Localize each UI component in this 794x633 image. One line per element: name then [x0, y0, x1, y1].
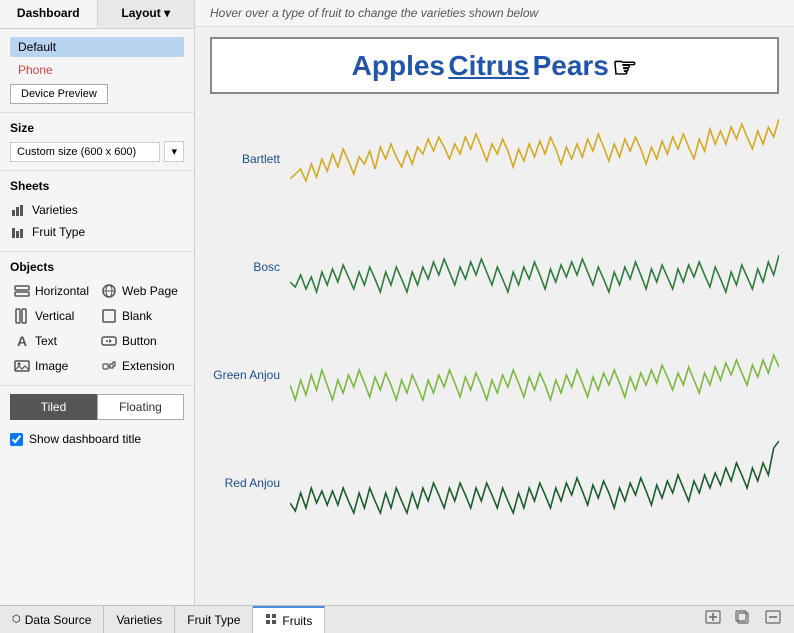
tab-dashboard[interactable]: Dashboard [0, 0, 98, 28]
data-source-label: Data Source [25, 613, 92, 627]
floating-button[interactable]: Floating [97, 394, 184, 420]
object-horizontal[interactable]: Horizontal [10, 280, 97, 302]
vertical-icon [14, 308, 30, 324]
object-vertical[interactable]: Vertical [10, 305, 97, 327]
tab-data-source[interactable]: ⬡ Data Source [0, 606, 104, 633]
data-source-icon: ⬡ [12, 614, 21, 625]
bosc-label: Bosc [210, 260, 290, 274]
title-apples: Apples [352, 50, 445, 81]
bar-chart-icon [10, 202, 26, 218]
tiled-button[interactable]: Tiled [10, 394, 97, 420]
blank-label: Blank [122, 309, 152, 323]
size-row: Custom size (600 x 600) ▾ [10, 141, 184, 162]
sheet-varieties-label: Varieties [32, 203, 78, 217]
chart-container: Apples Citrus Pears ☞ Bartlett Bosc [195, 27, 794, 605]
object-extension[interactable]: Extension [97, 355, 184, 377]
extension-label: Extension [122, 359, 175, 373]
sheet-item-varieties[interactable]: Varieties [10, 199, 184, 221]
object-image[interactable]: Image [10, 355, 97, 377]
tiled-floating-row: Tiled Floating [10, 394, 184, 420]
sheets-label: Sheets [10, 179, 184, 193]
button-label: Button [122, 334, 157, 348]
fruits-grid-icon [265, 613, 278, 629]
show-title-row: Show dashboard title [0, 428, 194, 454]
phone-layout-item[interactable]: Phone [10, 60, 184, 80]
red-anjou-sparkline [290, 433, 779, 533]
vertical-label: Vertical [35, 309, 74, 323]
object-button[interactable]: Button [97, 330, 184, 352]
title-pears: Pears [533, 50, 609, 81]
chevron-down-icon: ▾ [164, 6, 170, 20]
sheet-item-fruit-type[interactable]: Fruit Type [10, 221, 184, 243]
show-title-label: Show dashboard title [29, 432, 141, 446]
text-icon: A [14, 333, 30, 349]
webpage-label: Web Page [122, 284, 178, 298]
device-preview-button[interactable]: Device Preview [10, 84, 108, 104]
duplicate-sheet-button[interactable] [730, 608, 756, 631]
show-title-checkbox[interactable] [10, 433, 23, 446]
red-anjou-label: Red Anjou [210, 476, 290, 490]
sidebar-tabs: Dashboard Layout ▾ [0, 0, 194, 29]
default-layout-item[interactable]: Default [10, 37, 184, 57]
bartlett-label: Bartlett [210, 152, 290, 166]
bosc-sparkline [290, 217, 779, 317]
extension-icon [101, 358, 117, 374]
objects-label: Objects [10, 260, 184, 274]
green-anjou-label: Green Anjou [210, 368, 290, 382]
objects-section: Objects Horizontal Web Page [0, 252, 194, 386]
button-icon [101, 333, 117, 349]
sheets-section: Sheets Varieties [0, 171, 194, 252]
tab-fruits[interactable]: Fruits [253, 606, 325, 633]
object-webpage[interactable]: Web Page [97, 280, 184, 302]
blank-icon [101, 308, 117, 324]
tab-varieties[interactable]: Varieties [104, 606, 175, 633]
globe-icon [101, 283, 117, 299]
main-area: Dashboard Layout ▾ Default Phone Device … [0, 0, 794, 605]
sheets-list: Varieties Fruit Type [10, 199, 184, 243]
cursor-icon: ☞ [612, 51, 637, 84]
varieties-label: Varieties [116, 613, 162, 627]
objects-grid: Horizontal Web Page Vertical [10, 280, 184, 377]
sheet-fruittype-label: Fruit Type [32, 225, 85, 239]
green-anjou-sparkline [290, 325, 779, 425]
horizontal-label: Horizontal [35, 284, 89, 298]
text-label: Text [35, 334, 57, 348]
tab-layout[interactable]: Layout ▾ [98, 0, 195, 28]
tab-fruit-type[interactable]: Fruit Type [175, 606, 253, 633]
fruit-row-bosc: Bosc [210, 217, 779, 317]
object-text[interactable]: A Text [10, 330, 97, 352]
add-sheet-button[interactable] [700, 608, 726, 631]
bottom-tabs: ⬡ Data Source Varieties Fruit Type Fruit… [0, 605, 794, 633]
object-blank[interactable]: Blank [97, 305, 184, 327]
size-select[interactable]: Custom size (600 x 600) [10, 142, 160, 162]
image-icon [14, 358, 30, 374]
bartlett-sparkline [290, 109, 779, 209]
image-label: Image [35, 359, 68, 373]
size-section: Default Phone Device Preview [0, 29, 194, 113]
fruit-type-label: Fruit Type [187, 613, 240, 627]
sidebar: Dashboard Layout ▾ Default Phone Device … [0, 0, 195, 605]
size-label: Size [10, 121, 184, 135]
bottom-action-icons [700, 606, 794, 633]
bar-chart-icon-2 [10, 224, 26, 240]
size-dropdown-section: Size Custom size (600 x 600) ▾ [0, 113, 194, 171]
dashboard-title-box: Apples Citrus Pears ☞ [210, 37, 779, 94]
size-dropdown-button[interactable]: ▾ [164, 141, 184, 162]
main-content: Hover over a type of fruit to change the… [195, 0, 794, 605]
fruits-label: Fruits [282, 614, 312, 628]
horizontal-icon [14, 283, 30, 299]
fruit-row-red-anjou: Red Anjou [210, 433, 779, 533]
title-citrus: Citrus [448, 50, 529, 81]
fruit-row-bartlett: Bartlett [210, 109, 779, 209]
remove-sheet-button[interactable] [760, 608, 786, 631]
hover-hint: Hover over a type of fruit to change the… [195, 0, 794, 27]
fruit-row-green-anjou: Green Anjou [210, 325, 779, 425]
